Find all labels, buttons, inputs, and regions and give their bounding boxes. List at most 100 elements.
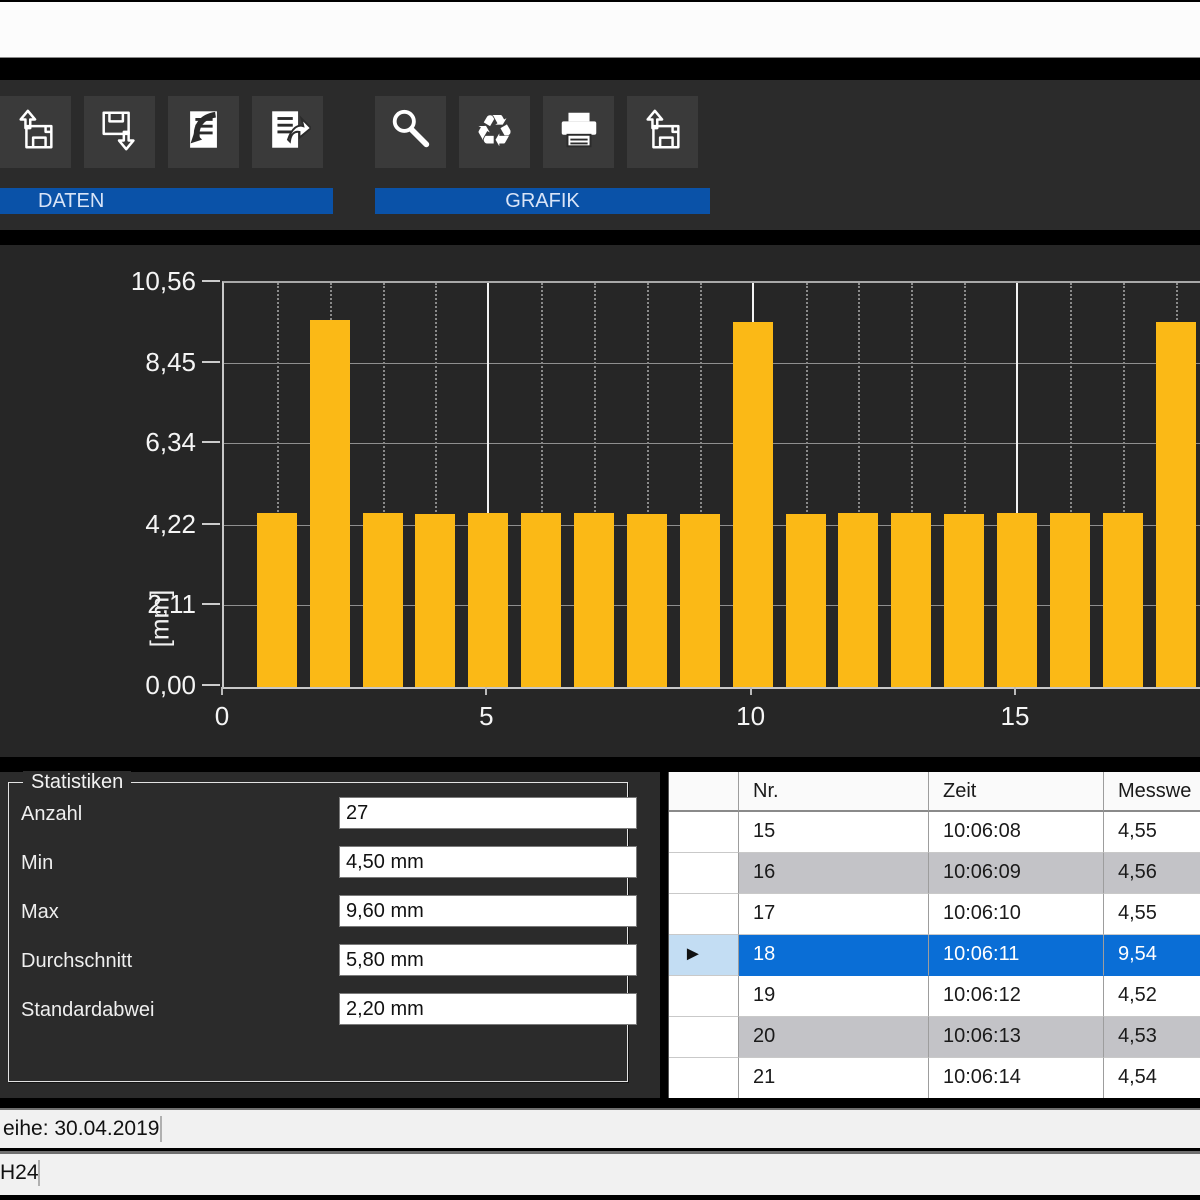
table-cell-nr[interactable]: 16 (739, 853, 929, 894)
window-title-strip (0, 2, 1200, 58)
save-data-button[interactable] (84, 96, 155, 168)
table-row-selector[interactable] (669, 894, 739, 935)
x-axis-tick (221, 687, 223, 695)
table-cell-nr[interactable]: 17 (739, 894, 929, 935)
floppy-arrow-up-icon (640, 107, 686, 158)
x-axis-tick (485, 687, 487, 695)
table-cell-nr[interactable]: 21 (739, 1058, 929, 1098)
table-cell-messwert[interactable]: 4,52 (1104, 976, 1200, 1017)
table-header-zeit[interactable]: Zeit (929, 772, 1104, 812)
import-document-button[interactable] (168, 96, 239, 168)
x-axis-tick (1014, 687, 1016, 695)
bar (891, 513, 931, 687)
table-cell-messwert[interactable]: 4,55 (1104, 894, 1200, 935)
stat-field-anzahl[interactable] (339, 797, 637, 829)
table-cell-messwert[interactable]: 4,54 (1104, 1058, 1200, 1098)
statistics-panel: Statistiken Anzahl Min Max Durchschnitt Stan… (0, 772, 660, 1098)
refresh-graphic-button[interactable]: ♻ (459, 96, 530, 168)
statistics-title: Statistiken (23, 771, 131, 794)
table-cell-zeit[interactable]: 10:06:10 (929, 894, 1104, 935)
stat-field-min[interactable] (339, 846, 637, 878)
bar (415, 514, 455, 687)
stat-label-standardabwei: Standardabwei (21, 993, 154, 1027)
y-axis-tick (202, 441, 220, 443)
export-document-button[interactable] (252, 96, 323, 168)
table-cell-nr[interactable]: 19 (739, 976, 929, 1017)
statistics-groupbox: Statistiken AnzahlMinMaxDurchschnittStan… (8, 782, 628, 1082)
table-cell-nr[interactable]: 15 (739, 812, 929, 853)
bar (257, 513, 297, 687)
save-graphic-button[interactable] (627, 96, 698, 168)
table-cell-zeit[interactable]: 10:06:13 (929, 1017, 1104, 1058)
toolbar-group-label-daten: DATEN (0, 188, 333, 214)
table-row-selector[interactable] (669, 812, 739, 853)
bar (733, 322, 773, 687)
bar (997, 513, 1037, 687)
floppy-arrow-down-icon (97, 107, 143, 158)
zoom-graphic-button[interactable] (375, 96, 446, 168)
table-header-messwe[interactable]: Messwe (1104, 772, 1200, 812)
bar (521, 513, 561, 687)
table-header-selector[interactable] (669, 772, 739, 812)
y-axis-tick-label: 0,00 (104, 670, 196, 701)
table-cell-zeit[interactable]: 10:06:12 (929, 976, 1104, 1017)
y-axis-tick-label: 8,45 (104, 347, 196, 378)
table-cell-messwert[interactable]: 4,56 (1104, 853, 1200, 894)
bar (363, 513, 403, 687)
y-axis-tick-label: 6,34 (104, 427, 196, 458)
table-cell-messwert[interactable]: 4,55 (1104, 812, 1200, 853)
bar (680, 514, 720, 687)
toolbar-group-grafik: ♻ GRAFIK (375, 80, 710, 230)
y-axis-tick (202, 684, 220, 686)
table-cell-zeit[interactable]: 10:06:14 (929, 1058, 1104, 1098)
x-axis-tick-label: 0 (187, 701, 257, 732)
gridline-horizontal (224, 443, 1200, 444)
bar (944, 514, 984, 687)
table-cell-zeit[interactable]: 10:06:11 (929, 935, 1104, 976)
plot-area (222, 281, 1200, 689)
load-data-button[interactable] (0, 96, 71, 168)
table-row-selector[interactable]: ► (669, 935, 739, 976)
stat-label-anzahl: Anzahl (21, 797, 82, 831)
toolbar-buttons-daten (0, 96, 323, 168)
stat-field-durchschnitt[interactable] (339, 944, 637, 976)
toolbar-group-label-grafik: GRAFIK (375, 188, 710, 214)
table-header-nr[interactable]: Nr. (739, 772, 929, 812)
table-cell-messwert[interactable]: 4,53 (1104, 1017, 1200, 1058)
table-cell-zeit[interactable]: 10:06:08 (929, 812, 1104, 853)
table-row-selector[interactable] (669, 1058, 739, 1098)
table-row-selector[interactable] (669, 853, 739, 894)
bar (786, 514, 826, 687)
y-axis-tick-label: 2,11 (104, 589, 196, 620)
table-cell-messwert[interactable]: 9,54 (1104, 935, 1200, 976)
floppy-arrow-up-icon (13, 107, 59, 158)
measurement-table: Nr.ZeitMesswe1510:06:084,551610:06:094,5… (668, 772, 1200, 1098)
y-axis-tick (202, 280, 220, 282)
stat-label-max: Max (21, 895, 59, 929)
bar (1050, 513, 1090, 687)
stat-field-standardabwei[interactable] (339, 993, 637, 1025)
table-row-selector[interactable] (669, 976, 739, 1017)
stat-label-min: Min (21, 846, 53, 880)
table-cell-nr[interactable]: 18 (739, 935, 929, 976)
y-axis-tick-label: 4,22 (104, 509, 196, 540)
document-arrow-right-icon (265, 107, 311, 158)
x-axis-tick-label: 10 (716, 701, 786, 732)
statusbar-top: eihe: 30.04.2019 (0, 1108, 1200, 1148)
table-row-selector[interactable] (669, 1017, 739, 1058)
print-graphic-button[interactable] (543, 96, 614, 168)
statusbar-separator (38, 1160, 40, 1186)
document-arrow-left-icon (181, 107, 227, 158)
recycle-icon: ♻ (475, 110, 514, 154)
table-cell-nr[interactable]: 20 (739, 1017, 929, 1058)
stat-field-max[interactable] (339, 895, 637, 927)
printer-icon (556, 107, 602, 158)
statusbar-bottom: H24 (0, 1151, 1200, 1195)
bar (1156, 322, 1196, 687)
bar (468, 513, 508, 687)
table-cell-zeit[interactable]: 10:06:09 (929, 853, 1104, 894)
bar (627, 514, 667, 687)
stat-label-durchschnitt: Durchschnitt (21, 944, 132, 978)
bar (310, 320, 350, 687)
y-axis-tick (202, 523, 220, 525)
